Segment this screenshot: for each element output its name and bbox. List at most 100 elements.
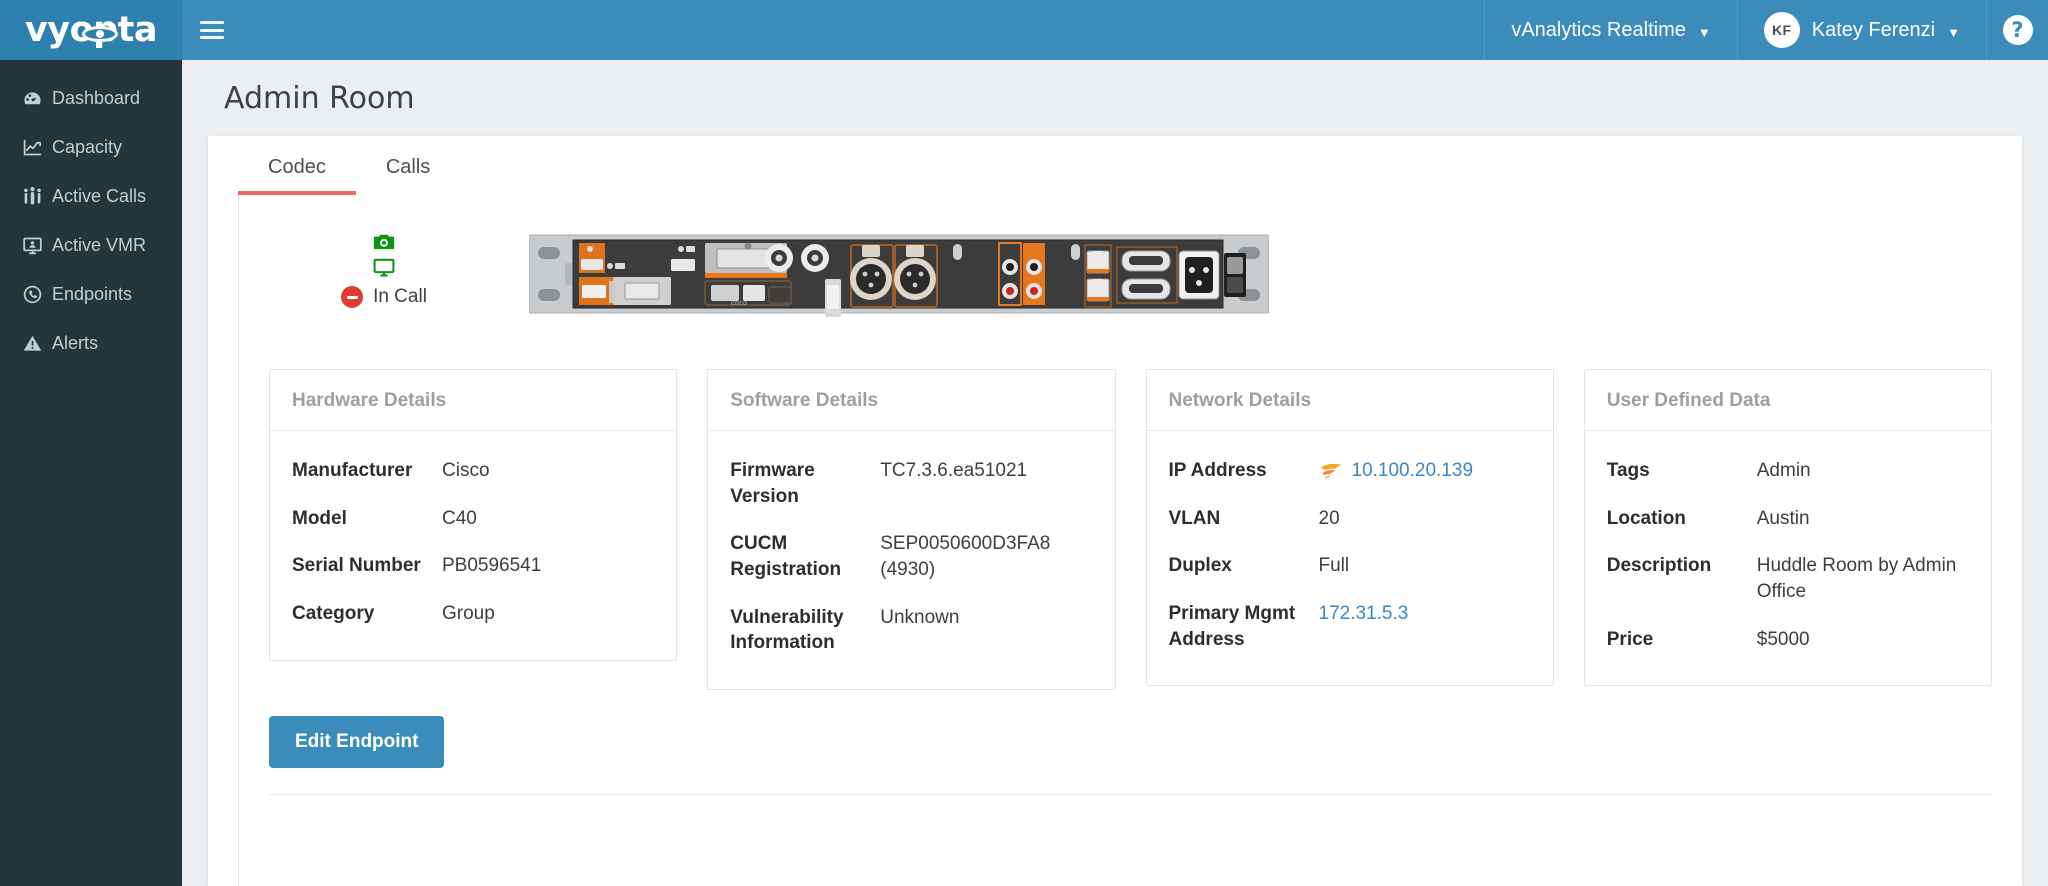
detail-value: PB0596541	[442, 555, 542, 577]
detail-key: Duplex	[1168, 555, 1232, 577]
sidebar-item-label: Active VMR	[52, 235, 147, 255]
detail-cards: Hardware Details Manufacturer Cisco Mode…	[239, 363, 2022, 690]
ip-address-link: 10.100.20.139	[1351, 460, 1474, 481]
top-bar: vyopta vAnalytics Realtime ▼ KF Katey Fe…	[0, 0, 2048, 60]
detail-key: Primary Mgmt Address	[1168, 602, 1296, 650]
question-mark-icon: ?	[2002, 15, 2033, 45]
sidebar-item-label: Capacity	[52, 137, 123, 157]
detail-row: Duplex Full	[1169, 542, 1543, 590]
phone-circle-icon	[22, 284, 43, 305]
sidebar-item-label: Active Calls	[52, 186, 147, 206]
menu-toggle-button[interactable]	[182, 0, 242, 60]
gauge-icon	[22, 88, 43, 109]
app-root: vyopta vAnalytics Realtime ▼ KF Katey Fe…	[0, 0, 2048, 886]
detail-row: Vulnerability Information Unknown	[730, 594, 1104, 667]
detail-row: Category Group	[292, 590, 666, 638]
detail-key: Firmware Version	[730, 460, 815, 507]
detail-row: Tags Admin	[1607, 447, 1981, 495]
card-body: Tags Admin Location Austin Description H…	[1585, 431, 1991, 685]
brand-logo[interactable]: vyopta	[0, 0, 182, 60]
monitor-user-icon	[22, 235, 43, 256]
detail-row: CUCM Registration SEP0050600D3FA8 (4930)	[730, 520, 1104, 593]
device-call-status: In Call	[341, 286, 427, 308]
card-title: Network Details	[1146, 370, 1553, 431]
detail-key: Model	[292, 507, 347, 529]
help-button[interactable]: ?	[1986, 0, 2048, 60]
user-menu-dropdown[interactable]: KF Katey Ferenzi ▼	[1736, 0, 1986, 60]
warning-triangle-icon	[22, 333, 43, 354]
minus-circle-icon	[341, 286, 364, 308]
detail-row: Location Austin	[1607, 495, 1981, 543]
panel-footer: Edit Endpoint	[239, 690, 2022, 768]
primary-mgmt-address-link[interactable]: 172.31.5.3	[1319, 601, 1409, 627]
card-title: User Defined Data	[1584, 370, 1991, 431]
tab-codec[interactable]: Codec	[238, 136, 356, 195]
avatar: KF	[1763, 12, 1800, 48]
detail-key: Manufacturer	[292, 460, 413, 481]
tab-bar: Codec Calls	[208, 136, 2022, 195]
card-body: Manufacturer Cisco Model C40 Serial Numb…	[270, 431, 676, 660]
detail-row: Manufacturer Cisco	[292, 447, 666, 495]
sidebar-item-label: Dashboard	[52, 88, 141, 108]
page-title: Admin Room	[224, 81, 415, 116]
tab-label: Calls	[385, 156, 431, 178]
detail-key: IP Address	[1168, 460, 1267, 481]
device-status-block: In Call	[239, 227, 529, 308]
detail-key: Serial Number	[292, 555, 421, 577]
card-title: Software Details	[708, 370, 1115, 431]
detail-row: IP Address 10.100.20.139	[1169, 447, 1543, 495]
people-icon	[22, 186, 43, 207]
device-status-icons	[373, 231, 395, 282]
detail-value: Admin	[1756, 460, 1811, 481]
detail-value: SEP0050600D3FA8 (4930)	[880, 533, 1051, 580]
solarwinds-icon	[1320, 463, 1341, 479]
sidebar-item-label: Alerts	[52, 333, 99, 353]
codec-detail-panel: Codec Calls In Call cisco Hardware Detai…	[208, 136, 2022, 886]
detail-key: VLAN	[1168, 507, 1221, 529]
sidebar-item-active-calls[interactable]: Active Calls	[0, 172, 182, 221]
hamburger-icon	[200, 21, 224, 39]
chevron-down-icon: ▼	[1947, 24, 1960, 40]
sidebar-item-capacity[interactable]: Capacity	[0, 123, 182, 172]
product-selector-dropdown[interactable]: vAnalytics Realtime ▼	[1484, 0, 1736, 60]
detail-key: CUCM Registration	[730, 533, 842, 580]
software-details-card: Software Details Firmware Version TC7.3.…	[707, 369, 1116, 690]
top-bar-spacer	[242, 0, 1484, 60]
detail-value[interactable]: 10.100.20.139	[1319, 458, 1474, 484]
camera-icon	[373, 231, 395, 256]
sidebar-item-active-vmr[interactable]: Active VMR	[0, 221, 182, 270]
cisco-c40-codec-rear-panel-icon: cisco	[529, 234, 1269, 317]
card-body: Firmware Version TC7.3.6.ea51021 CUCM Re…	[708, 431, 1114, 689]
network-details-card: Network Details IP Address 10.100.20.139…	[1145, 369, 1554, 687]
detail-value: Huddle Room by Admin Office	[1756, 555, 1957, 602]
detail-key: Vulnerability Information	[730, 606, 844, 654]
detail-value: 20	[1318, 507, 1340, 529]
detail-value: Unknown	[880, 606, 960, 628]
detail-value: $5000	[1756, 628, 1810, 650]
chevron-down-icon: ▼	[1697, 24, 1711, 40]
detail-key: Tags	[1606, 460, 1650, 481]
footer-divider	[269, 793, 1992, 795]
user-defined-data-card: User Defined Data Tags Admin Location Au…	[1583, 369, 1992, 687]
detail-key: Price	[1606, 628, 1654, 650]
detail-row: Serial Number PB0596541	[292, 542, 666, 590]
detail-value: Group	[442, 602, 495, 624]
card-title: Hardware Details	[270, 370, 677, 431]
detail-value: Cisco	[442, 460, 490, 481]
tab-calls[interactable]: Calls	[356, 136, 460, 195]
detail-value: Austin	[1756, 507, 1810, 529]
codec-image: cisco	[529, 227, 1269, 321]
line-chart-icon	[22, 137, 43, 158]
sidebar-nav: Dashboard Capacity Active Calls Active V…	[0, 60, 182, 886]
tab-label: Codec	[268, 156, 326, 178]
sidebar-item-alerts[interactable]: Alerts	[0, 319, 182, 368]
detail-row: Firmware Version TC7.3.6.ea51021	[730, 447, 1104, 520]
detail-key: Location	[1606, 507, 1686, 529]
sidebar-item-label: Endpoints	[52, 284, 133, 304]
detail-value: Full	[1318, 555, 1350, 577]
svg-text:cisco: cisco	[731, 300, 747, 307]
sidebar-item-endpoints[interactable]: Endpoints	[0, 270, 182, 319]
edit-endpoint-button[interactable]: Edit Endpoint	[269, 715, 445, 768]
sidebar-item-dashboard[interactable]: Dashboard	[0, 74, 182, 123]
user-name-label: Katey Ferenzi	[1811, 18, 1936, 41]
